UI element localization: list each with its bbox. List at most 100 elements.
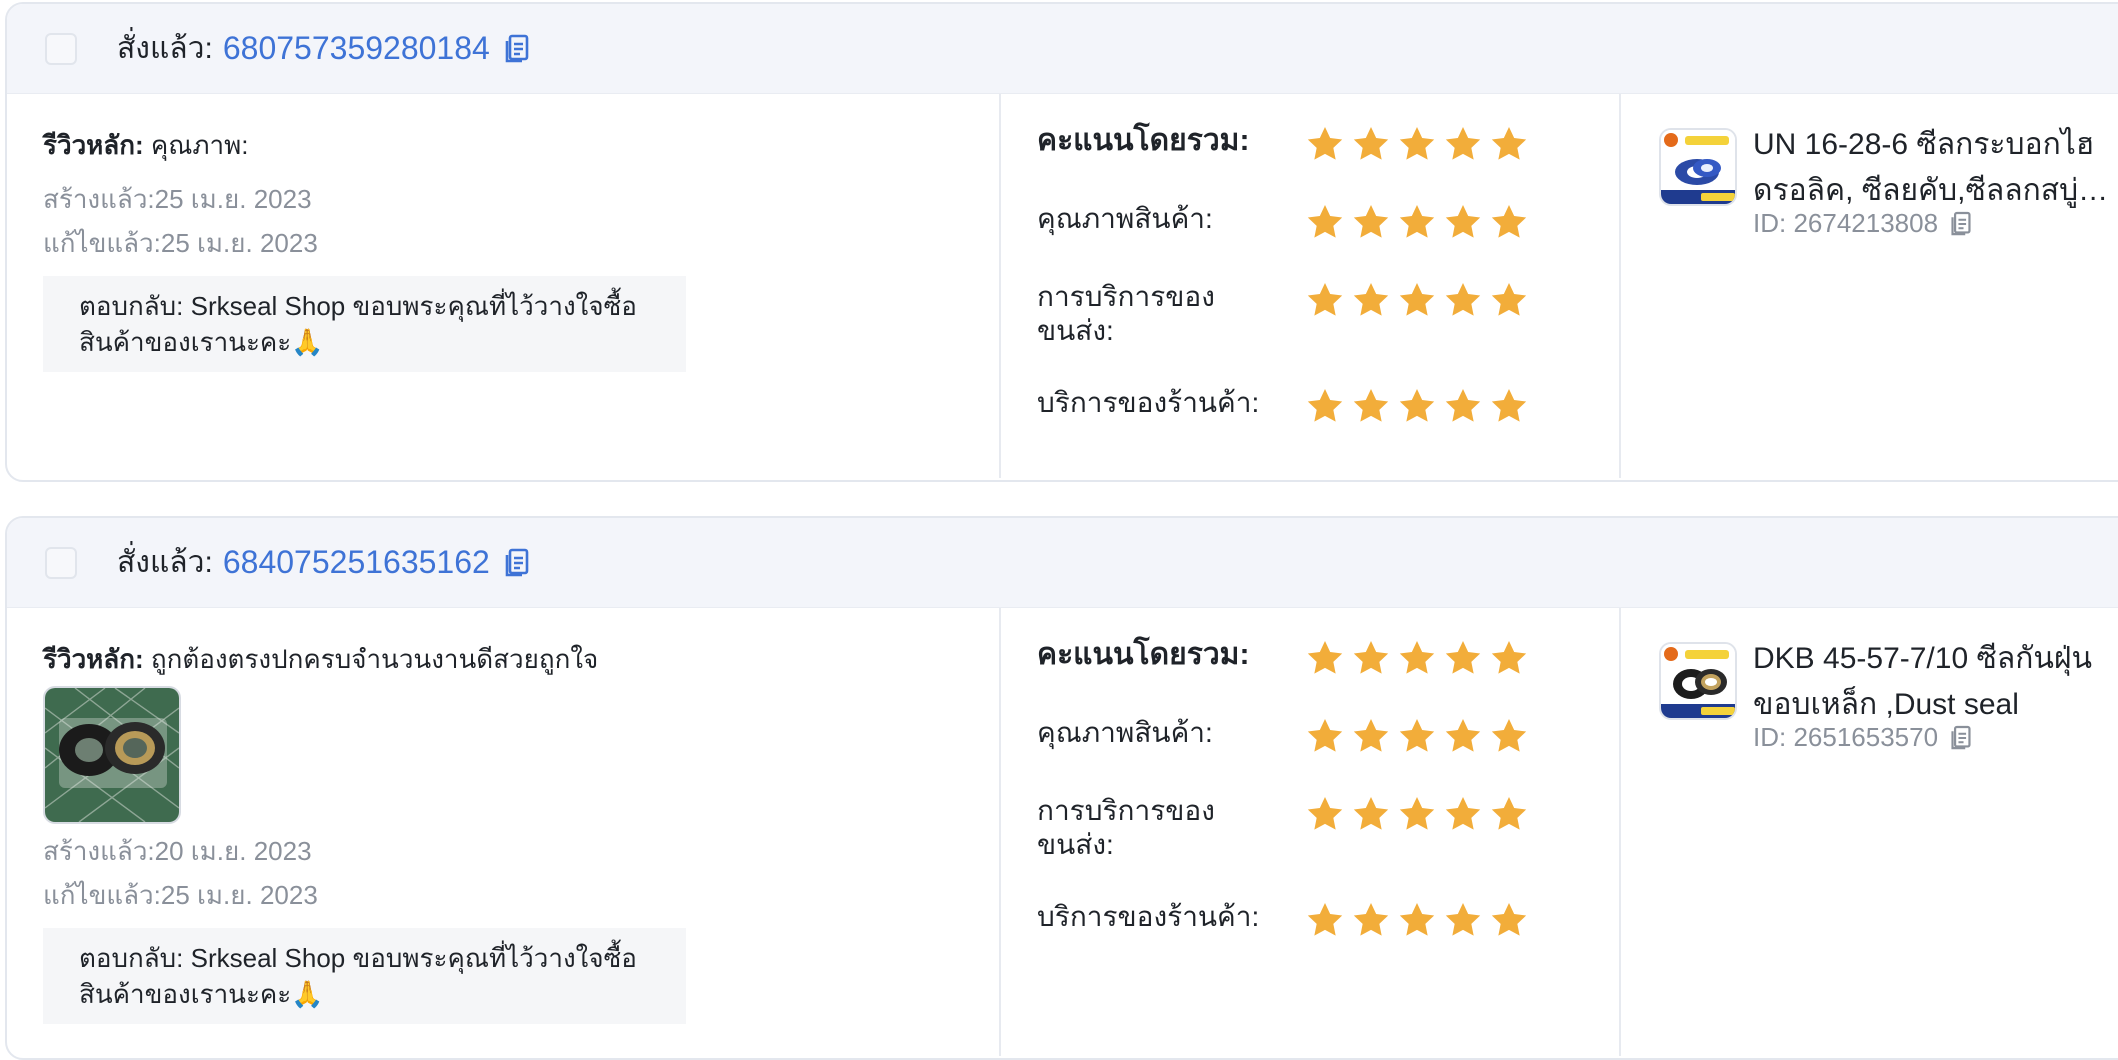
star-rating: [1305, 124, 1529, 164]
created-date: สร้างแล้ว:25 เม.ย. 2023: [43, 184, 312, 214]
star-icon: [1491, 205, 1527, 238]
star-rating: [1305, 716, 1529, 756]
star-icon: [1353, 797, 1389, 830]
order-header: สั่งแล้ว: 684075251635162: [7, 518, 2118, 608]
review-column: รีวิวหลัก: ถูกต้องตรงปกครบจำนวนงานดีสวยถ…: [7, 608, 999, 1056]
star-icon: [1491, 389, 1527, 422]
star-rating: [1305, 794, 1529, 834]
shop-reply: ตอบกลับ: Srkseal Shop ขอบพระคุณที่ไว้วาง…: [43, 928, 686, 1024]
ratings-column: คะแนนโดยรวม: คุณภาพสินค้า: การบริการของข…: [999, 94, 1619, 478]
order-card: สั่งแล้ว: 684075251635162 รีวิวหลัก: ถูก…: [5, 516, 2118, 1060]
review-label: รีวิวหลัก:: [43, 130, 144, 160]
star-icon: [1353, 205, 1389, 238]
star-icon: [1307, 389, 1343, 422]
star-icon: [1307, 797, 1343, 830]
rating-label: คะแนนโดยรวม:: [1037, 124, 1250, 157]
select-checkbox[interactable]: [45, 32, 77, 65]
star-icon: [1445, 283, 1481, 316]
product-title[interactable]: UN 16-28-6 ซีลกระบอกไฮดรอลิค, ซีลยคับ,ซี…: [1753, 122, 2113, 214]
star-rating: [1305, 386, 1529, 426]
order-header: สั่งแล้ว: 680757359280184: [7, 4, 2118, 94]
order-card: สั่งแล้ว: 680757359280184 รีวิวหลัก: คุณ…: [5, 2, 2118, 482]
rating-row: คุณภาพสินค้า:: [1037, 202, 1619, 242]
star-icon: [1353, 389, 1389, 422]
star-rating: [1305, 280, 1529, 320]
star-icon: [1491, 719, 1527, 752]
star-icon: [1491, 283, 1527, 316]
ordered-label: สั่งแล้ว:: [117, 32, 213, 65]
rating-row: คะแนนโดยรวม:: [1037, 124, 1619, 164]
star-icon: [1491, 903, 1527, 936]
rating-label: บริการของร้านค้า:: [1037, 387, 1260, 418]
star-rating: [1305, 900, 1529, 940]
review-photo[interactable]: [43, 686, 181, 824]
star-icon: [1399, 903, 1435, 936]
star-icon: [1307, 127, 1343, 160]
ratings-column: คะแนนโดยรวม: คุณภาพสินค้า: การบริการของข…: [999, 608, 1619, 1056]
review-main: รีวิวหลัก: ถูกต้องตรงปกครบจำนวนงานดีสวยถ…: [43, 642, 999, 676]
star-icon: [1307, 283, 1343, 316]
star-icon: [1491, 641, 1527, 674]
star-icon: [1445, 205, 1481, 238]
star-rating: [1305, 202, 1529, 242]
rating-label: คุณภาพสินค้า:: [1037, 203, 1213, 234]
star-icon: [1353, 903, 1389, 936]
rating-label: คะแนนโดยรวม:: [1037, 638, 1250, 671]
star-icon: [1445, 719, 1481, 752]
star-icon: [1307, 903, 1343, 936]
star-icon: [1445, 127, 1481, 160]
review-text: คุณภาพ:: [150, 130, 249, 160]
rating-row: บริการของร้านค้า:: [1037, 900, 1619, 940]
product-info: UN 16-28-6 ซีลกระบอกไฮดรอลิค, ซีลยคับ,ซี…: [1753, 122, 2113, 478]
rating-label: การบริการของขนส่ง:: [1037, 795, 1215, 860]
product-thumbnail[interactable]: [1659, 642, 1737, 720]
product-id-text: ID: 2674213808: [1753, 208, 1939, 238]
ordered-label: สั่งแล้ว:: [117, 546, 213, 579]
rating-label: การบริการของขนส่ง:: [1037, 281, 1215, 346]
created-date: สร้างแล้ว:20 เม.ย. 2023: [43, 836, 312, 866]
rating-row: การบริการของขนส่ง:: [1037, 794, 1619, 862]
star-icon: [1445, 903, 1481, 936]
review-main: รีวิวหลัก: คุณภาพ:: [43, 128, 999, 162]
copy-icon[interactable]: [1950, 725, 1972, 751]
shop-reply: ตอบกลับ: Srkseal Shop ขอบพระคุณที่ไว้วาง…: [43, 276, 686, 372]
order-body: รีวิวหลัก: ถูกต้องตรงปกครบจำนวนงานดีสวยถ…: [7, 608, 2118, 1056]
star-icon: [1399, 641, 1435, 674]
rating-row: คะแนนโดยรวม:: [1037, 638, 1619, 678]
product-column: UN 16-28-6 ซีลกระบอกไฮดรอลิค, ซีลยคับ,ซี…: [1619, 94, 2118, 478]
star-icon: [1399, 719, 1435, 752]
product-column: DKB 45-57-7/10 ซีลกันฝุ่นขอบเหล็ก ,Dust …: [1619, 608, 2118, 1056]
select-checkbox[interactable]: [45, 546, 77, 579]
star-icon: [1307, 641, 1343, 674]
star-icon: [1307, 205, 1343, 238]
copy-icon[interactable]: [1950, 211, 1972, 237]
rating-row: การบริการของขนส่ง:: [1037, 280, 1619, 348]
rating-row: คุณภาพสินค้า:: [1037, 716, 1619, 756]
star-icon: [1491, 127, 1527, 160]
star-icon: [1307, 719, 1343, 752]
rating-label: คุณภาพสินค้า:: [1037, 717, 1213, 748]
product-title[interactable]: DKB 45-57-7/10 ซีลกันฝุ่นขอบเหล็ก ,Dust …: [1753, 636, 2113, 728]
star-icon: [1399, 797, 1435, 830]
order-id-link[interactable]: 684075251635162: [223, 544, 490, 581]
star-icon: [1399, 283, 1435, 316]
product-id-text: ID: 2651653570: [1753, 722, 1939, 752]
star-icon: [1445, 389, 1481, 422]
star-icon: [1399, 389, 1435, 422]
product-thumbnail[interactable]: [1659, 128, 1737, 206]
order-id-link[interactable]: 680757359280184: [223, 30, 490, 67]
star-icon: [1353, 641, 1389, 674]
star-icon: [1399, 205, 1435, 238]
copy-icon[interactable]: [504, 548, 530, 578]
rating-row: บริการของร้านค้า:: [1037, 386, 1619, 426]
product-info: DKB 45-57-7/10 ซีลกันฝุ่นขอบเหล็ก ,Dust …: [1753, 636, 2113, 1056]
product-id: ID: 2651653570: [1753, 722, 2113, 753]
star-icon: [1445, 641, 1481, 674]
edited-date: แก้ไขแล้ว:25 เม.ย. 2023: [43, 880, 318, 910]
star-icon: [1399, 127, 1435, 160]
star-icon: [1353, 719, 1389, 752]
review-column: รีวิวหลัก: คุณภาพ: สร้างแล้ว:25 เม.ย. 20…: [7, 94, 999, 478]
star-icon: [1353, 283, 1389, 316]
review-text: ถูกต้องตรงปกครบจำนวนงานดีสวยถูกใจ: [150, 644, 599, 674]
copy-icon[interactable]: [504, 34, 530, 64]
